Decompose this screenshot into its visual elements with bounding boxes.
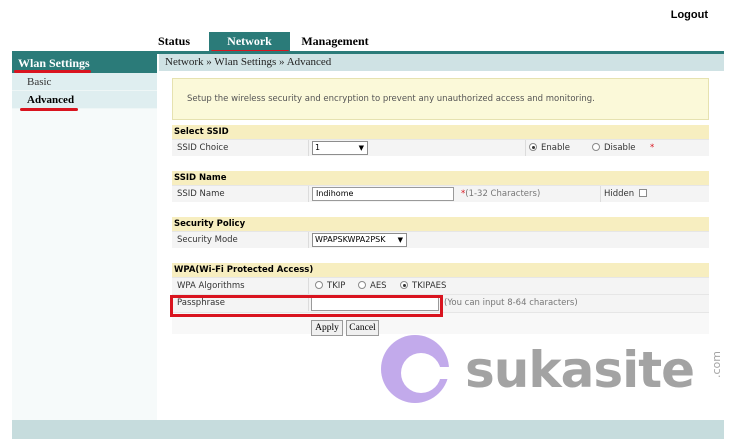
ssid-name-label: SSID Name — [177, 189, 225, 199]
logout-link[interactable]: Logout — [671, 9, 708, 21]
info-box: Setup the wireless security and encrypti… — [172, 78, 709, 120]
sidebar-item-advanced[interactable]: Advanced — [12, 91, 157, 109]
security-mode-select[interactable]: WPAPSKWPA2PSK ▼ — [312, 233, 407, 247]
disable-label: Disable — [604, 143, 636, 153]
section-title: Security Policy — [172, 217, 709, 231]
aes-radio[interactable] — [358, 281, 366, 289]
sidebar-title-highlight — [14, 70, 91, 73]
ssid-choice-row: SSID Choice 1 ▼ Enable Disable * — [172, 139, 709, 156]
hidden-label: Hidden — [604, 189, 635, 199]
aes-label: AES — [370, 281, 387, 291]
tkip-radio[interactable] — [315, 281, 323, 289]
enable-label: Enable — [541, 143, 570, 153]
tkipaes-label: TKIPAES — [412, 281, 447, 291]
advanced-item-highlight — [20, 108, 78, 111]
security-mode-label: Security Mode — [177, 235, 238, 245]
cell-divider — [600, 186, 601, 202]
enable-option[interactable]: Enable — [529, 140, 570, 156]
tab-management[interactable]: Management — [290, 32, 380, 51]
enable-radio[interactable] — [529, 143, 537, 151]
cell-divider — [525, 140, 526, 156]
ssid-choice-select[interactable]: 1 ▼ — [312, 141, 368, 155]
wpa-algorithms-label: WPA Algorithms — [177, 281, 245, 291]
ssid-name-value: Indihome — [316, 189, 354, 198]
tkip-label: TKIP — [327, 281, 346, 291]
cell-divider — [308, 140, 309, 156]
wpa-option-aes[interactable]: AES — [358, 278, 387, 294]
watermark: sukasite .com — [379, 333, 729, 407]
dropdown-arrow-icon: ▼ — [358, 144, 364, 152]
info-text: Setup the wireless security and encrypti… — [187, 94, 595, 104]
watermark-text: sukasite — [465, 341, 695, 399]
ssid-choice-label: SSID Choice — [177, 143, 229, 153]
cancel-button[interactable]: Cancel — [346, 320, 379, 336]
sidebar-item-basic[interactable]: Basic — [12, 73, 157, 91]
ssid-name-input[interactable]: Indihome — [312, 187, 454, 201]
security-mode-value: WPAPSKWPA2PSK — [315, 235, 386, 244]
passphrase-highlight-box — [170, 295, 443, 317]
cell-divider — [308, 232, 309, 248]
wpa-option-tkipaes[interactable]: TKIPAES — [400, 278, 446, 294]
hidden-checkbox[interactable] — [639, 189, 648, 197]
hidden-option[interactable]: Hidden — [604, 186, 648, 202]
apply-button[interactable]: Apply — [311, 320, 343, 336]
tab-status[interactable]: Status — [139, 32, 209, 51]
wpa-algorithms-row: WPA Algorithms TKIP AES TKIPAES — [172, 277, 709, 294]
ssid-choice-value: 1 — [315, 143, 321, 152]
footer-bar — [12, 420, 724, 439]
section-security-policy: Security Policy Security Mode WPAPSKWPA2… — [172, 217, 709, 248]
disable-option[interactable]: Disable — [592, 140, 636, 156]
breadcrumb: Network » Wlan Settings » Advanced — [159, 54, 724, 71]
required-mark: * — [650, 143, 655, 153]
dropdown-arrow-icon: ▼ — [397, 236, 403, 244]
section-ssid-name: SSID Name SSID Name Indihome *(1-32 Char… — [172, 171, 709, 202]
disable-radio[interactable] — [592, 143, 600, 151]
ssid-name-hint: *(1-32 Characters) — [461, 189, 541, 199]
cell-divider — [308, 186, 309, 202]
section-title: WPA(Wi-Fi Protected Access) — [172, 263, 709, 277]
section-title: SSID Name — [172, 171, 709, 185]
tab-network[interactable]: Network — [209, 32, 290, 51]
security-mode-row: Security Mode WPAPSKWPA2PSK ▼ — [172, 231, 709, 248]
wpa-option-tkip[interactable]: TKIP — [315, 278, 345, 294]
ssid-name-hint-text: (1-32 Characters) — [465, 189, 541, 199]
section-select-ssid: Select SSID SSID Choice 1 ▼ Enable Disab… — [172, 125, 709, 156]
passphrase-hint: (You can input 8-64 characters) — [444, 298, 578, 308]
watermark-suffix: .com — [710, 351, 723, 378]
tkipaes-radio[interactable] — [400, 281, 408, 289]
ssid-name-row: SSID Name Indihome *(1-32 Characters) Hi… — [172, 185, 709, 202]
section-title: Select SSID — [172, 125, 709, 139]
cell-divider — [308, 278, 309, 294]
main-nav-tabs: Status Network Management — [139, 32, 380, 51]
sukasite-logo-icon — [381, 335, 457, 403]
